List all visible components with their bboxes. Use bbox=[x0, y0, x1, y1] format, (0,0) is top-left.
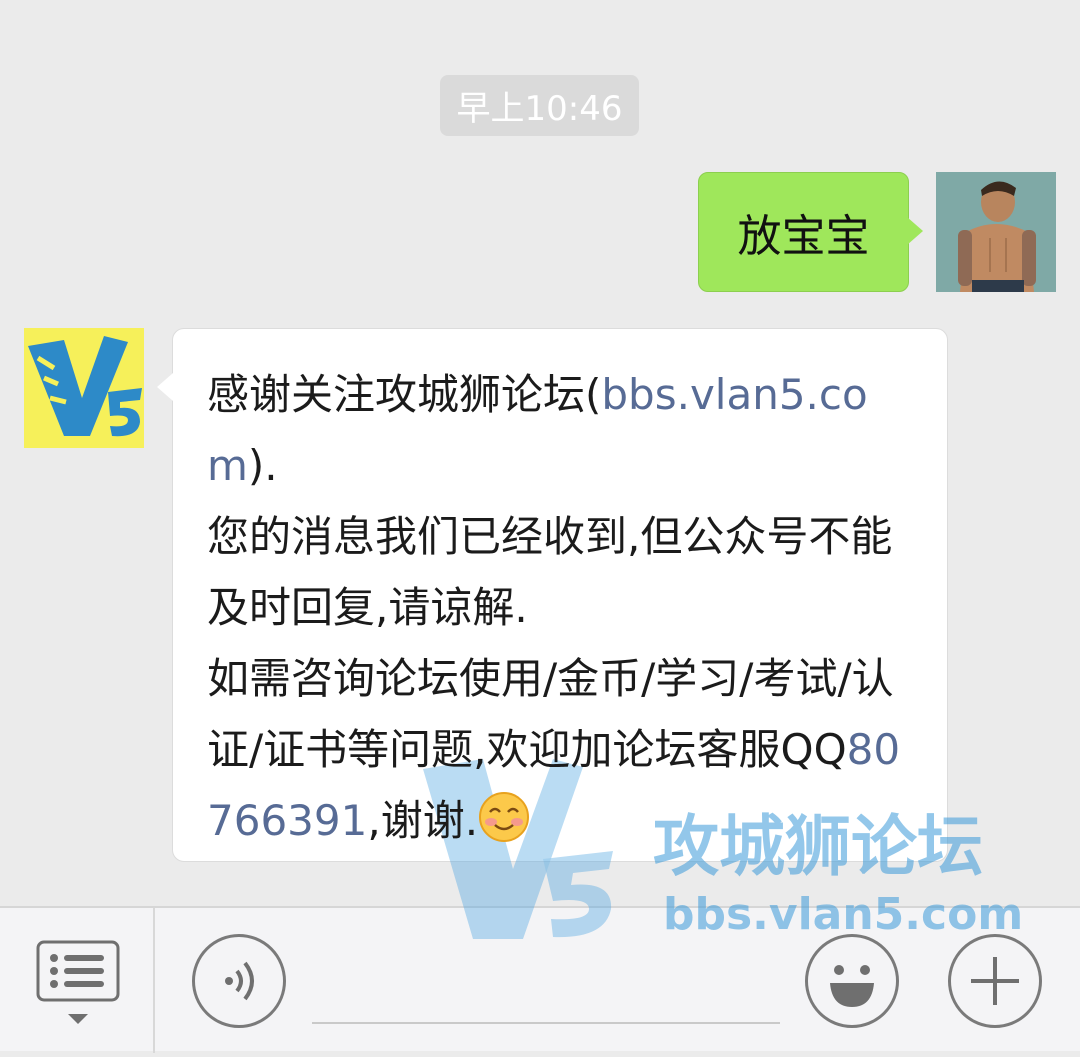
menu-toggle-button[interactable] bbox=[0, 908, 155, 1053]
blush-smiley-icon bbox=[479, 792, 530, 842]
my-avatar[interactable] bbox=[936, 172, 1056, 292]
menu-list-icon bbox=[36, 940, 120, 1024]
incoming-message-bubble[interactable]: 攻城狮论坛 bbs.vlan5.com 感谢关注攻城狮论坛(bbs.vlan5.… bbox=[157, 328, 1023, 940]
timestamp-text: 早上10:46 bbox=[456, 89, 623, 129]
message-intro: 感谢关注攻城狮论坛( bbox=[207, 370, 602, 419]
qq-prefix: QQ bbox=[780, 725, 847, 774]
message-received-notice: 您的消息我们已经收到,但公众号不能及时回复,请谅解. bbox=[207, 512, 893, 632]
official-account-avatar[interactable] bbox=[24, 328, 144, 448]
message-intro-end: ). bbox=[247, 441, 278, 490]
incoming-message-text: 感谢关注攻城狮论坛(bbs.vlan5.com). 您的消息我们已经收到,但公众… bbox=[207, 359, 919, 856]
outgoing-message-text: 放宝宝 bbox=[737, 211, 870, 262]
watermark-url: bbs.vlan5.com bbox=[663, 889, 1023, 940]
message-timestamp: 早上10:46 bbox=[440, 75, 639, 136]
voice-icon bbox=[225, 961, 254, 1001]
message-thanks: ,谢谢. bbox=[367, 796, 479, 845]
voice-input-button[interactable] bbox=[192, 934, 286, 1028]
chat-area[interactable]: 早上10:46 放宝宝 攻城狮论坛 bbs.vlan5.com 感谢关注攻城狮论… bbox=[0, 0, 1080, 940]
person-photo-icon bbox=[936, 172, 1056, 292]
message-input-field[interactable] bbox=[312, 1022, 780, 1024]
v5-logo-icon bbox=[24, 328, 144, 448]
outgoing-message-bubble[interactable]: 放宝宝 bbox=[698, 172, 923, 292]
